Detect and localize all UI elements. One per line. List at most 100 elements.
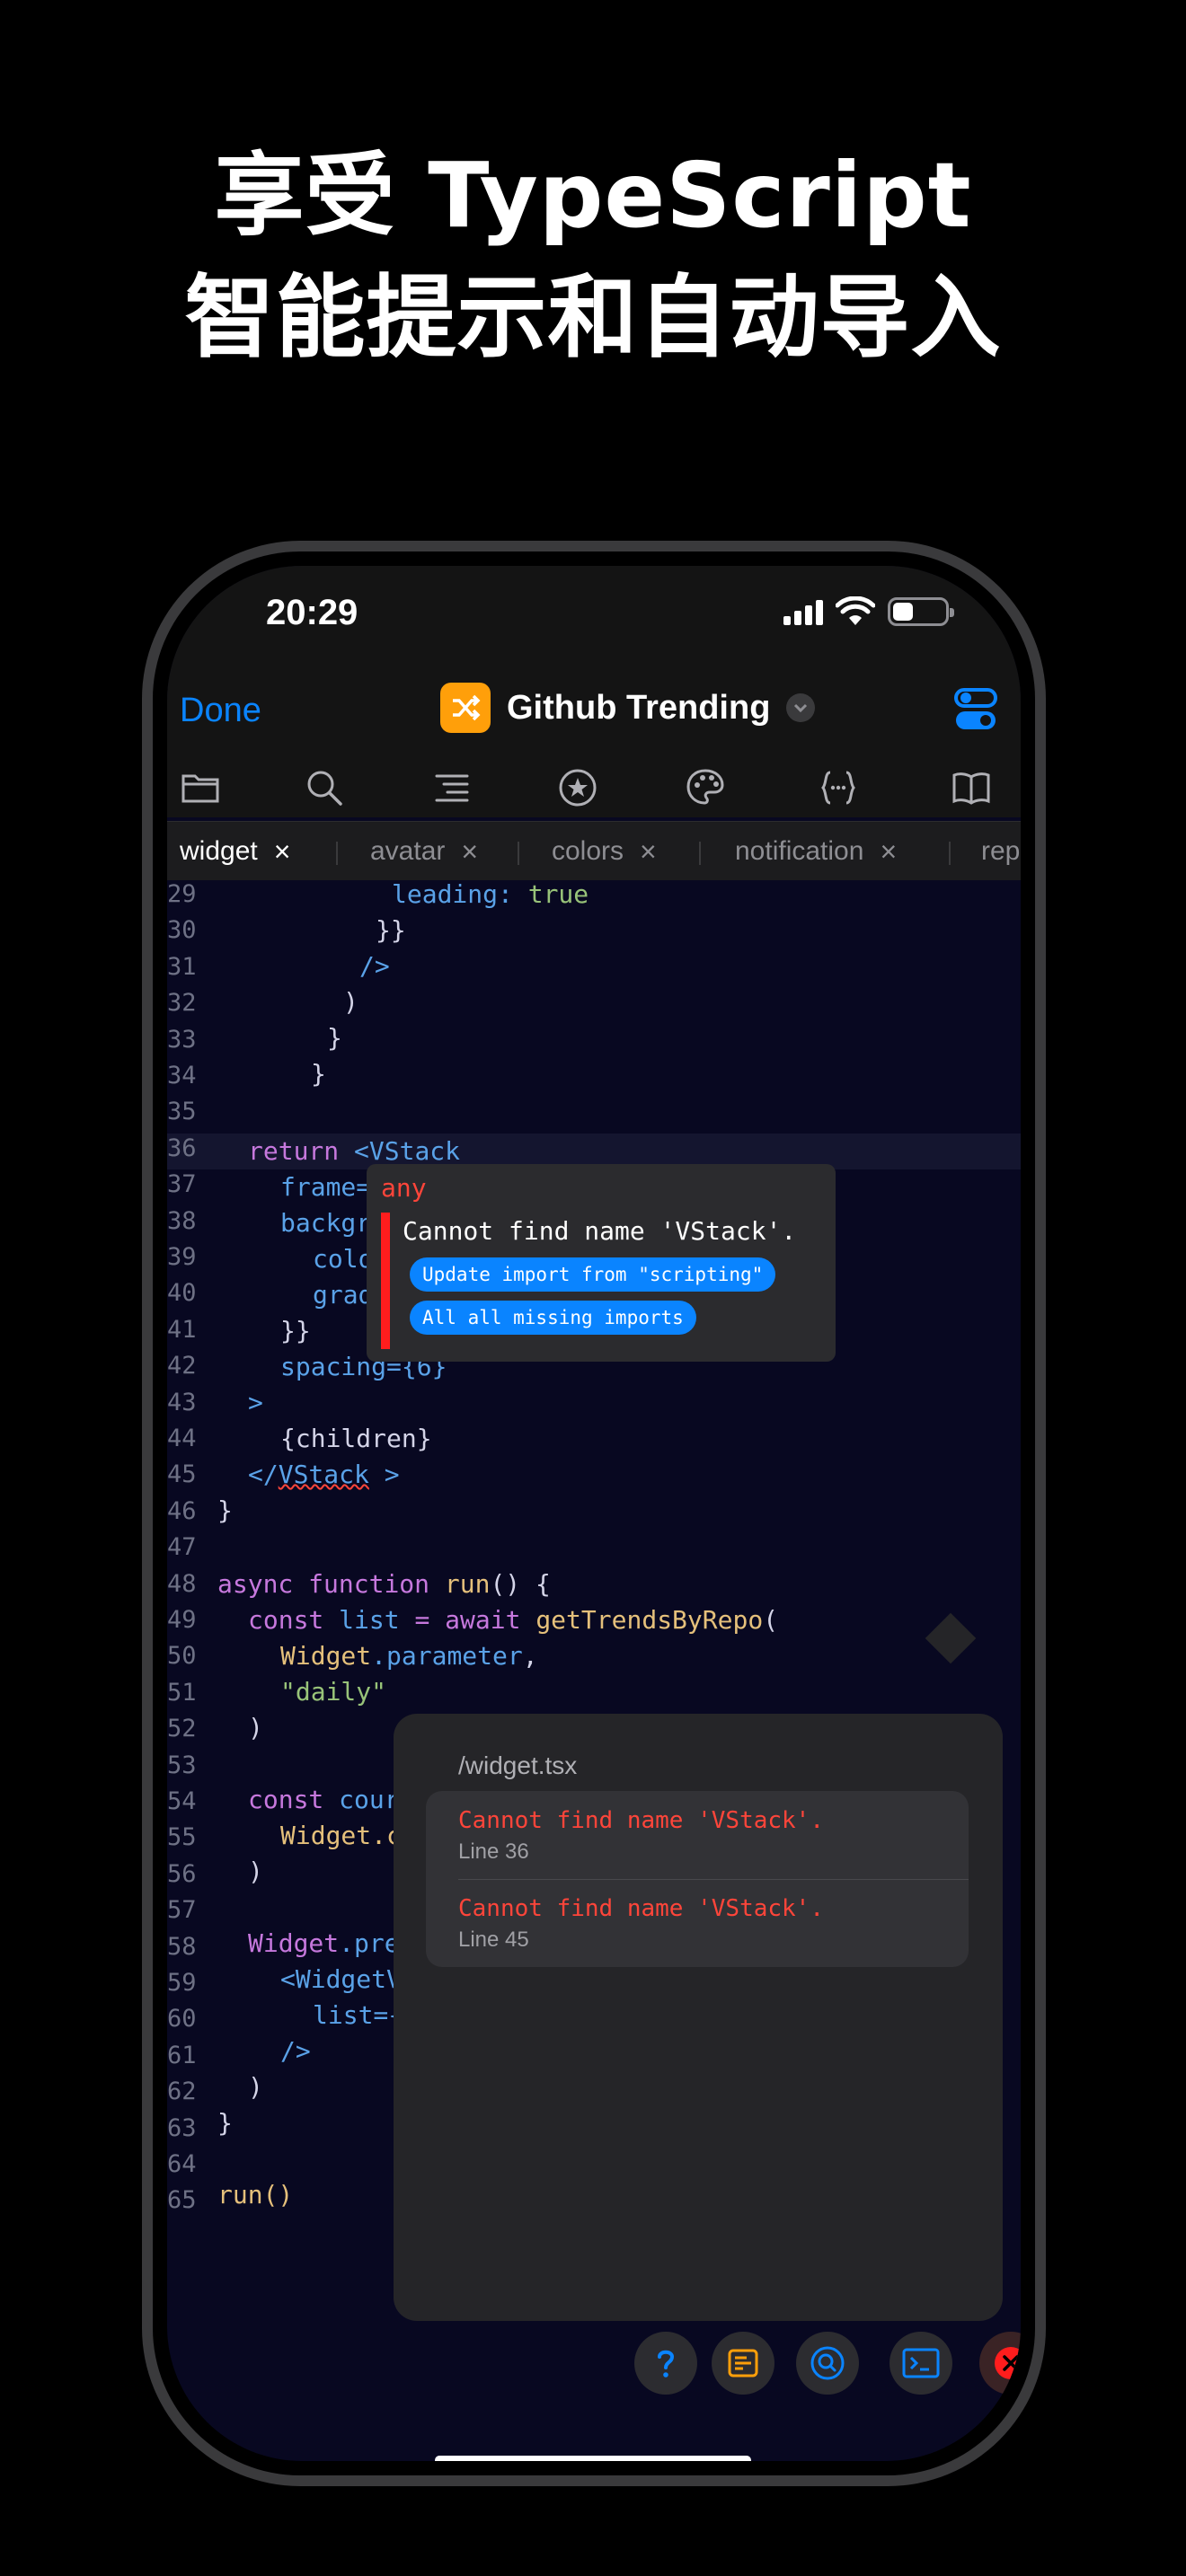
problem-line: Line 36: [458, 1839, 529, 1864]
line-number: 41: [167, 1315, 197, 1344]
problems-file-path: /widget.tsx: [458, 1751, 578, 1779]
palette-icon[interactable]: [685, 767, 726, 808]
line-number: 54: [167, 1787, 197, 1815]
line-number: 33: [167, 1025, 197, 1054]
done-button[interactable]: Done: [180, 692, 261, 730]
hover-error-message: Cannot find name 'VStack'.: [403, 1216, 797, 1246]
help-button[interactable]: [634, 2332, 697, 2395]
wifi-icon: [836, 596, 875, 625]
line-number: 39: [167, 1243, 197, 1271]
tab-widget[interactable]: widget ×: [180, 822, 290, 881]
terminal-icon: [902, 2348, 940, 2378]
tab-avatar[interactable]: avatar ×: [370, 822, 478, 881]
close-icon[interactable]: ×: [461, 835, 478, 869]
search-icon: [810, 2346, 845, 2380]
line-number: 63: [167, 2113, 197, 2142]
close-icon[interactable]: ×: [640, 835, 657, 869]
line-number: 51: [167, 1678, 197, 1707]
close-icon[interactable]: ×: [274, 835, 291, 869]
star-icon[interactable]: [557, 767, 598, 808]
line-number: 30: [167, 916, 197, 945]
line-number: 56: [167, 1859, 197, 1888]
line-number: 53: [167, 1751, 197, 1779]
line-number: 64: [167, 2150, 197, 2178]
line-number: 37: [167, 1170, 197, 1199]
help-icon: [658, 2350, 675, 2378]
line-number: 61: [167, 2041, 197, 2069]
hover-type: any: [381, 1173, 427, 1203]
console-button[interactable]: [712, 2332, 774, 2395]
line-number: 40: [167, 1279, 197, 1308]
headline-line1: 享受 TypeScript: [214, 143, 972, 248]
line-number: 62: [167, 2078, 197, 2106]
problems-panel: /widget.tsx Cannot find name 'VStack'. Lin…: [394, 1714, 1003, 2321]
folder-icon[interactable]: [180, 767, 221, 808]
project-title-button[interactable]: Github Trending: [440, 683, 816, 733]
add-missing-imports-button[interactable]: All all missing imports: [410, 1301, 696, 1335]
cellular-signal-icon: [783, 598, 823, 625]
problems-divider: [458, 1879, 969, 1880]
line-number: 57: [167, 1896, 197, 1925]
nav-bar: Done Github Trending: [167, 665, 1021, 754]
line-number: 43: [167, 1388, 197, 1416]
book-icon[interactable]: [951, 767, 992, 808]
line-number: 65: [167, 2186, 197, 2215]
status-icons: [783, 596, 954, 627]
line-number: 42: [167, 1352, 197, 1381]
type-hover-popup: any Cannot find name 'VStack'. Update im…: [367, 1164, 836, 1362]
error-marker: [381, 1213, 390, 1349]
tab-notification[interactable]: notification ×: [735, 822, 897, 881]
braces-icon[interactable]: [818, 767, 859, 808]
problems-list: Cannot find name 'VStack'. Line 36 Cannot …: [426, 1791, 969, 1967]
phone-bezel: 20:29 Done Github Trending widget × avat…: [153, 551, 1035, 2475]
line-number: 45: [167, 1460, 197, 1489]
line-number: 47: [167, 1533, 197, 1562]
problem-line: Line 45: [458, 1928, 529, 1952]
line-number: 55: [167, 1823, 197, 1852]
settings-toggle-icon[interactable]: [954, 686, 997, 733]
line-number: 34: [167, 1062, 197, 1090]
console-icon: [728, 2349, 758, 2378]
line-number: 59: [167, 1969, 197, 1997]
problem-message: Cannot find name 'VStack'.: [458, 1807, 824, 1834]
line-number: 48: [167, 1569, 197, 1598]
line-number: 58: [167, 1932, 197, 1961]
home-indicator: [435, 2456, 751, 2461]
line-number: 29: [167, 880, 197, 908]
tab-colors[interactable]: colors ×: [552, 822, 657, 881]
update-import-button[interactable]: Update import from "scripting": [410, 1257, 776, 1292]
line-number: 50: [167, 1642, 197, 1671]
file-tab-bar: widget × avatar × colors × notification …: [167, 821, 1021, 880]
find-button[interactable]: [796, 2332, 859, 2395]
search-icon[interactable]: [304, 767, 345, 808]
screen: 20:29 Done Github Trending widget × avat…: [167, 566, 1021, 2461]
problem-item[interactable]: Cannot find name 'VStack'. Line 45: [458, 1895, 943, 1953]
terminal-button[interactable]: [890, 2332, 952, 2395]
phone-frame: 20:29 Done Github Trending widget × avat…: [142, 541, 1046, 2486]
line-number: 32: [167, 989, 197, 1018]
line-number: 46: [167, 1496, 197, 1525]
chevron-down-icon: [786, 693, 816, 722]
close-icon[interactable]: ×: [880, 835, 897, 869]
headline: 享受 TypeScript 智能提示和自动导入: [0, 135, 1186, 379]
project-title: Github Trending: [507, 688, 771, 727]
line-number: 36: [167, 1134, 197, 1162]
line-number: 52: [167, 1715, 197, 1743]
outline-icon[interactable]: [431, 767, 473, 808]
headline-line2: 智能提示和自动导入: [184, 265, 1002, 370]
battery-icon: [888, 597, 954, 626]
tab-repo[interactable]: repo: [981, 822, 1021, 881]
line-number: 31: [167, 952, 197, 981]
problem-message: Cannot find name 'VStack'.: [458, 1895, 824, 1922]
line-number: 38: [167, 1206, 197, 1235]
shuffle-app-icon: [440, 683, 491, 733]
line-number: 35: [167, 1098, 197, 1126]
line-number: 44: [167, 1425, 197, 1452]
status-bar: 20:29: [167, 566, 1021, 665]
line-number: 60: [167, 2005, 197, 2033]
line-number: 49: [167, 1606, 197, 1634]
error-icon: [995, 2347, 1021, 2379]
editor-toolbar: [167, 754, 1021, 817]
problem-item[interactable]: Cannot find name 'VStack'. Line 36: [458, 1807, 943, 1865]
status-time: 20:29: [266, 593, 358, 632]
